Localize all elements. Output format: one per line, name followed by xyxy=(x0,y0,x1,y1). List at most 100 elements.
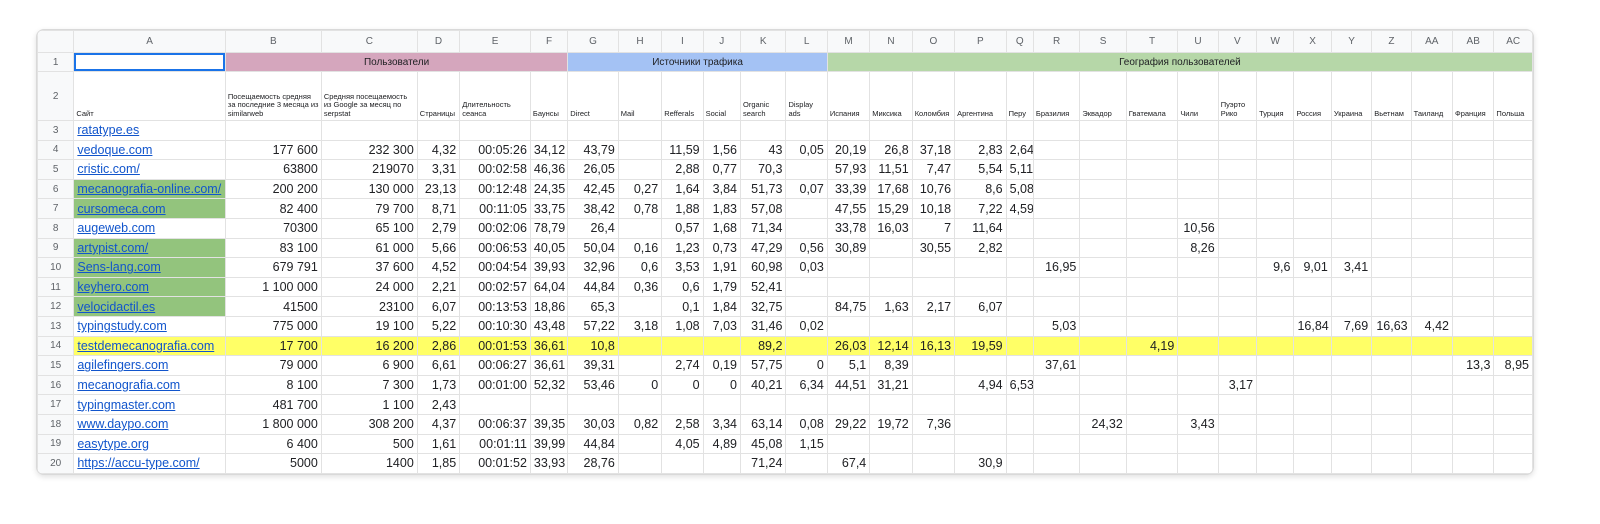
cell-aa[interactable]: 4,42 xyxy=(1410,315,1454,337)
cell-t[interactable]: 4,19 xyxy=(1125,335,1179,357)
cell-c[interactable]: 23100 xyxy=(320,296,418,317)
cell-n[interactable]: 8,39 xyxy=(869,355,913,376)
cell-l[interactable] xyxy=(785,276,828,298)
cell-q[interactable] xyxy=(1005,394,1034,415)
cell-m[interactable]: 5,1 xyxy=(826,355,871,376)
cell-p[interactable] xyxy=(954,355,1007,376)
cell-j[interactable]: 7,03 xyxy=(702,315,741,337)
cell-u[interactable] xyxy=(1177,296,1219,317)
cell-z[interactable] xyxy=(1371,374,1412,396)
cell-z[interactable] xyxy=(1371,394,1412,415)
cell-y[interactable]: 7,69 xyxy=(1330,315,1373,337)
cell-k[interactable]: 70,3 xyxy=(739,159,787,180)
cell-r[interactable] xyxy=(1032,237,1081,259)
cell-ab[interactable] xyxy=(1452,394,1495,415)
cell-s[interactable] xyxy=(1079,139,1127,161)
cell-c[interactable]: 1 100 xyxy=(320,394,418,415)
row-number[interactable]: 14 xyxy=(37,335,75,357)
cell-m[interactable]: 44,51 xyxy=(826,374,871,396)
cell-k[interactable] xyxy=(739,120,787,141)
cell-ac[interactable] xyxy=(1493,139,1533,161)
site-link[interactable]: vedoque.com xyxy=(73,139,226,161)
cell-v[interactable] xyxy=(1217,217,1258,239)
cell-s[interactable] xyxy=(1079,433,1127,455)
cell-ab[interactable] xyxy=(1452,178,1495,200)
cell-aa[interactable] xyxy=(1410,296,1454,317)
cell-y[interactable] xyxy=(1330,276,1373,298)
column-header-v[interactable]: V xyxy=(1217,30,1258,53)
subheader-x[interactable]: Россия xyxy=(1293,71,1332,121)
cell-r[interactable] xyxy=(1032,159,1081,180)
subheader-z[interactable]: Вьетнам xyxy=(1371,71,1412,121)
cell-e[interactable]: 00:06:27 xyxy=(459,355,531,376)
cell-t[interactable] xyxy=(1125,217,1179,239)
cell-o[interactable]: 2,17 xyxy=(911,296,956,317)
cell-i[interactable]: 11,59 xyxy=(661,139,704,161)
cell-y[interactable] xyxy=(1330,335,1373,357)
subheader-e[interactable]: Длительность сеанса xyxy=(459,71,531,121)
cell-ac[interactable] xyxy=(1493,257,1533,278)
cell-n[interactable]: 11,51 xyxy=(869,159,913,180)
cell-aa[interactable] xyxy=(1410,374,1454,396)
cell-q[interactable] xyxy=(1005,433,1034,455)
cell-n[interactable]: 1,63 xyxy=(869,296,913,317)
cell-i[interactable] xyxy=(661,453,704,474)
cell-d[interactable]: 1,85 xyxy=(416,453,461,474)
cell-p[interactable]: 6,07 xyxy=(954,296,1007,317)
cell-u[interactable] xyxy=(1177,335,1219,357)
cell-i[interactable]: 0 xyxy=(661,374,704,396)
cell-s[interactable] xyxy=(1079,296,1127,317)
cell-m[interactable] xyxy=(826,120,871,141)
cell-l[interactable]: 0,08 xyxy=(785,413,828,435)
cell-i[interactable]: 0,6 xyxy=(661,276,704,298)
cell-m[interactable]: 57,93 xyxy=(826,159,871,180)
cell-aa[interactable] xyxy=(1410,217,1454,239)
cell-n[interactable]: 15,29 xyxy=(869,198,913,219)
cell-m[interactable]: 29,22 xyxy=(826,413,871,435)
cell-r[interactable] xyxy=(1032,120,1081,141)
cell-h[interactable] xyxy=(617,355,663,376)
cell-y[interactable] xyxy=(1330,394,1373,415)
cell-h[interactable] xyxy=(617,335,663,357)
subheader-b[interactable]: Посещаемость средняя за последние 3 меся… xyxy=(224,71,322,121)
cell-u[interactable] xyxy=(1177,120,1219,141)
cell-o[interactable] xyxy=(911,276,956,298)
cell-m[interactable]: 20,19 xyxy=(826,139,871,161)
cell-h[interactable]: 3,18 xyxy=(617,315,663,337)
cell-t[interactable] xyxy=(1125,355,1179,376)
cell-z[interactable] xyxy=(1371,159,1412,180)
site-link[interactable]: keyhero.com xyxy=(73,276,226,298)
cell-r[interactable] xyxy=(1032,217,1081,239)
row-number[interactable]: 9 xyxy=(37,237,75,259)
cell-q[interactable]: 5,08 xyxy=(1005,178,1034,200)
column-header-t[interactable]: T xyxy=(1125,30,1179,53)
row-number[interactable]: 3 xyxy=(37,120,75,141)
cell-e[interactable]: 00:02:06 xyxy=(459,217,531,239)
subheader-j[interactable]: Social xyxy=(702,71,741,121)
cell-f[interactable]: 39,35 xyxy=(529,413,569,435)
cell-ac[interactable] xyxy=(1493,120,1533,141)
cell-r[interactable] xyxy=(1032,374,1081,396)
cell-m[interactable]: 30,89 xyxy=(826,237,871,259)
cell-d[interactable]: 1,73 xyxy=(416,374,461,396)
cell-m[interactable]: 26,03 xyxy=(826,335,871,357)
column-header-f[interactable]: F xyxy=(529,30,569,53)
cell-i[interactable]: 2,74 xyxy=(661,355,704,376)
cell-aa[interactable] xyxy=(1410,257,1454,278)
cell-b[interactable]: 1 100 000 xyxy=(224,276,322,298)
cell-e[interactable]: 00:02:58 xyxy=(459,159,531,180)
cell-u[interactable] xyxy=(1177,355,1219,376)
cell-r[interactable] xyxy=(1032,394,1081,415)
cell-l[interactable]: 0,56 xyxy=(785,237,828,259)
cell-w[interactable] xyxy=(1256,178,1295,200)
cell-w[interactable] xyxy=(1256,335,1295,357)
cell-g[interactable]: 38,42 xyxy=(567,198,619,219)
cell-l[interactable]: 1,15 xyxy=(785,433,828,455)
subheader-o[interactable]: Коломбия xyxy=(911,71,956,121)
cell-x[interactable] xyxy=(1293,217,1332,239)
cell-p[interactable]: 30,9 xyxy=(954,453,1007,474)
cell-h[interactable] xyxy=(617,394,663,415)
cell-x[interactable] xyxy=(1293,413,1332,435)
cell-v[interactable] xyxy=(1217,237,1258,259)
cell-v[interactable]: 3,17 xyxy=(1217,374,1258,396)
